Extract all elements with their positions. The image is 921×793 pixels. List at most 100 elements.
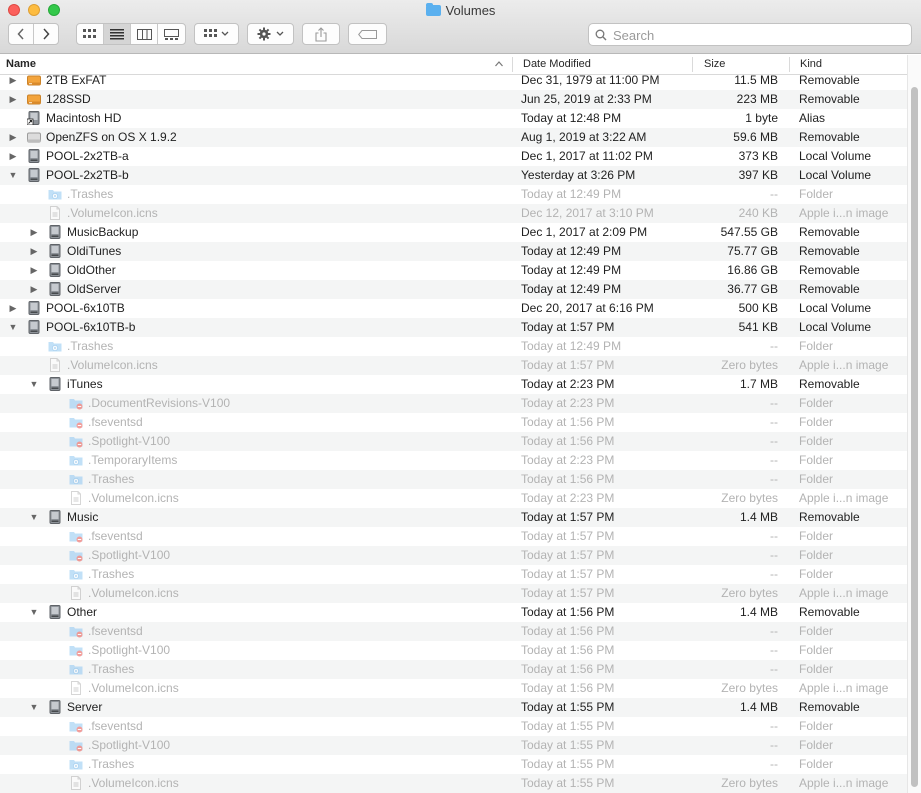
disclosure-open-icon[interactable]: ▼ (29, 512, 39, 522)
file-row[interactable]: .Spotlight-V100 Today at 1:56 PM -- Folder (0, 641, 907, 660)
column-divider[interactable] (789, 57, 790, 72)
share-button[interactable] (302, 23, 340, 45)
disclosure-closed-icon[interactable]: ▶ (8, 132, 18, 142)
file-row[interactable]: ▼ iTunes Today at 2:23 PM 1.7 MB Removable (0, 375, 907, 394)
file-row[interactable]: ▶ POOL-2x2TB-a Dec 1, 2017 at 11:02 PM 373 … (0, 147, 907, 166)
list-view-button[interactable] (104, 24, 131, 44)
scrollbar-thumb[interactable] (911, 87, 918, 787)
search-input[interactable] (611, 26, 905, 44)
column-divider[interactable] (512, 57, 513, 72)
file-row[interactable]: ▶ POOL-6x10TB Dec 20, 2017 at 6:16 PM 500 K… (0, 299, 907, 318)
size-column-header[interactable]: Size (704, 58, 725, 70)
disclosure-closed-icon[interactable]: ▶ (29, 284, 39, 294)
file-row[interactable]: .TemporaryItems Today at 2:23 PM -- Folder (0, 451, 907, 470)
column-divider[interactable] (692, 57, 693, 72)
disclosure-closed-icon[interactable]: ▶ (29, 246, 39, 256)
file-kind: Removable (799, 244, 860, 258)
file-row[interactable]: .Trashes Today at 1:57 PM -- Folder (0, 565, 907, 584)
disclosure-open-icon[interactable]: ▼ (29, 607, 39, 617)
gallery-view-button[interactable] (158, 24, 185, 44)
file-size: -- (770, 187, 778, 201)
back-button[interactable] (9, 24, 34, 44)
window-title-text: Volumes (445, 3, 496, 18)
file-row[interactable]: ▼ POOL-2x2TB-b Yesterday at 3:26 PM 397 KB L… (0, 166, 907, 185)
name-column-header[interactable]: Name (6, 58, 36, 70)
file-row[interactable]: .VolumeIcon.icns Today at 1:56 PM Zero byt… (0, 679, 907, 698)
chevron-left-icon (17, 28, 24, 40)
drive-alias-icon (26, 111, 41, 126)
disclosure-open-icon[interactable]: ▼ (29, 379, 39, 389)
disclosure-closed-icon[interactable]: ▶ (29, 265, 39, 275)
file-row[interactable]: .fseventsd Today at 1:56 PM -- Folder (0, 622, 907, 641)
date-modified: Today at 12:49 PM (521, 187, 622, 201)
file-name: .VolumeIcon.icns (67, 358, 158, 372)
file-row[interactable]: .fseventsd Today at 1:57 PM -- Folder (0, 527, 907, 546)
disclosure-closed-icon[interactable]: ▶ (8, 151, 18, 161)
file-name: .VolumeIcon.icns (67, 206, 158, 220)
file-row[interactable]: .Trashes Today at 12:49 PM -- Folder (0, 337, 907, 356)
file-row[interactable]: ▶ OldServer Today at 12:49 PM 36.77 GB Remov… (0, 280, 907, 299)
file-row[interactable]: .Trashes Today at 1:56 PM -- Folder (0, 470, 907, 489)
disclosure-open-icon[interactable]: ▼ (8, 322, 18, 332)
file-row[interactable]: .Spotlight-V100 Today at 1:55 PM -- Folder (0, 736, 907, 755)
file-name: POOL-2x2TB-b (46, 168, 129, 182)
file-size: -- (770, 415, 778, 429)
file-row[interactable]: ▶ 128SSD Jun 25, 2019 at 2:33 PM 223 MB Remo… (0, 90, 907, 109)
sort-ascending-icon[interactable] (495, 61, 503, 67)
search-field[interactable] (588, 23, 912, 46)
gallery-icon (164, 28, 179, 40)
file-row[interactable]: Macintosh HD Today at 12:48 PM 1 byte Alias (0, 109, 907, 128)
disclosure-open-icon[interactable]: ▼ (8, 170, 18, 180)
file-row[interactable]: ▼ Other Today at 1:56 PM 1.4 MB Removable (0, 603, 907, 622)
file-row[interactable]: ▶ OpenZFS on OS X 1.9.2 Aug 1, 2019 at 3:2… (0, 128, 907, 147)
file-name: Macintosh HD (46, 111, 122, 125)
file-name: OldOther (67, 263, 116, 277)
icon-view-button[interactable] (77, 24, 104, 44)
tags-button[interactable] (348, 23, 387, 45)
forward-button[interactable] (34, 24, 58, 44)
disclosure-closed-icon[interactable]: ▶ (29, 227, 39, 237)
file-row[interactable]: .Trashes Today at 1:56 PM -- Folder (0, 660, 907, 679)
file-kind: Folder (799, 529, 834, 543)
file-row[interactable]: ▶ 2TB ExFAT Dec 31, 1979 at 11:00 PM 11.5 M… (0, 71, 907, 90)
file-row[interactable]: .Trashes Today at 12:49 PM -- Folder (0, 185, 907, 204)
drive-icon (48, 377, 62, 391)
file-row[interactable]: .Spotlight-V100 Today at 1:57 PM -- Folder (0, 546, 907, 565)
disclosure-open-icon[interactable]: ▼ (29, 702, 39, 712)
file-row[interactable]: .fseventsd Today at 1:55 PM -- Folder (0, 717, 907, 736)
disclosure-closed-icon[interactable]: ▶ (8, 75, 18, 85)
drive-icon (48, 282, 62, 296)
file-kind: Removable (799, 263, 860, 277)
file-row[interactable]: .Spotlight-V100 Today at 1:56 PM -- Folder (0, 432, 907, 451)
file-row[interactable]: .VolumeIcon.icns Today at 1:57 PM Zero byt… (0, 356, 907, 375)
file-row[interactable]: ▼ Music Today at 1:57 PM 1.4 MB Removable (0, 508, 907, 527)
file-row[interactable]: .VolumeIcon.icns Today at 1:55 PM Zero byt… (0, 774, 907, 793)
date-column-header[interactable]: Date Modified (523, 58, 591, 70)
file-name: .fseventsd (88, 415, 143, 429)
file-row[interactable]: .VolumeIcon.icns Today at 1:57 PM Zero byt… (0, 584, 907, 603)
kind-column-header[interactable]: Kind (800, 58, 822, 70)
file-row[interactable]: .fseventsd Today at 1:56 PM -- Folder (0, 413, 907, 432)
file-kind: Folder (799, 396, 834, 410)
action-menu-button[interactable] (247, 23, 294, 45)
file-row[interactable]: ▶ OldiTunes Today at 12:49 PM 75.77 GB Remov… (0, 242, 907, 261)
vertical-scrollbar[interactable] (907, 55, 921, 793)
drive-icon (48, 700, 62, 714)
file-row[interactable]: .VolumeIcon.icns Today at 2:23 PM Zero byt… (0, 489, 907, 508)
file-row[interactable]: .VolumeIcon.icns Dec 12, 2017 at 3:10 PM 2… (0, 204, 907, 223)
file-name: 2TB ExFAT (46, 73, 107, 87)
disclosure-closed-icon[interactable]: ▶ (8, 303, 18, 313)
file-kind: Removable (799, 73, 860, 87)
file-row[interactable]: ▼ Server Today at 1:55 PM 1.4 MB Removable (0, 698, 907, 717)
folder-restricted-icon (69, 719, 83, 733)
disclosure-closed-icon[interactable]: ▶ (8, 94, 18, 104)
group-by-button[interactable] (194, 23, 239, 45)
file-row[interactable]: ▶ OldOther Today at 12:49 PM 16.86 GB Remova… (0, 261, 907, 280)
file-kind: Apple i...n image (799, 586, 889, 600)
file-row[interactable]: .DocumentRevisions-V100 Today at 2:23 PM -… (0, 394, 907, 413)
column-view-button[interactable] (131, 24, 158, 44)
file-row[interactable]: ▶ MusicBackup Dec 1, 2017 at 2:09 PM 547.55… (0, 223, 907, 242)
file-row[interactable]: ▼ POOL-6x10TB-b Today at 1:57 PM 541 KB Loca… (0, 318, 907, 337)
file-kind: Folder (799, 548, 834, 562)
file-row[interactable]: .Trashes Today at 1:55 PM -- Folder (0, 755, 907, 774)
